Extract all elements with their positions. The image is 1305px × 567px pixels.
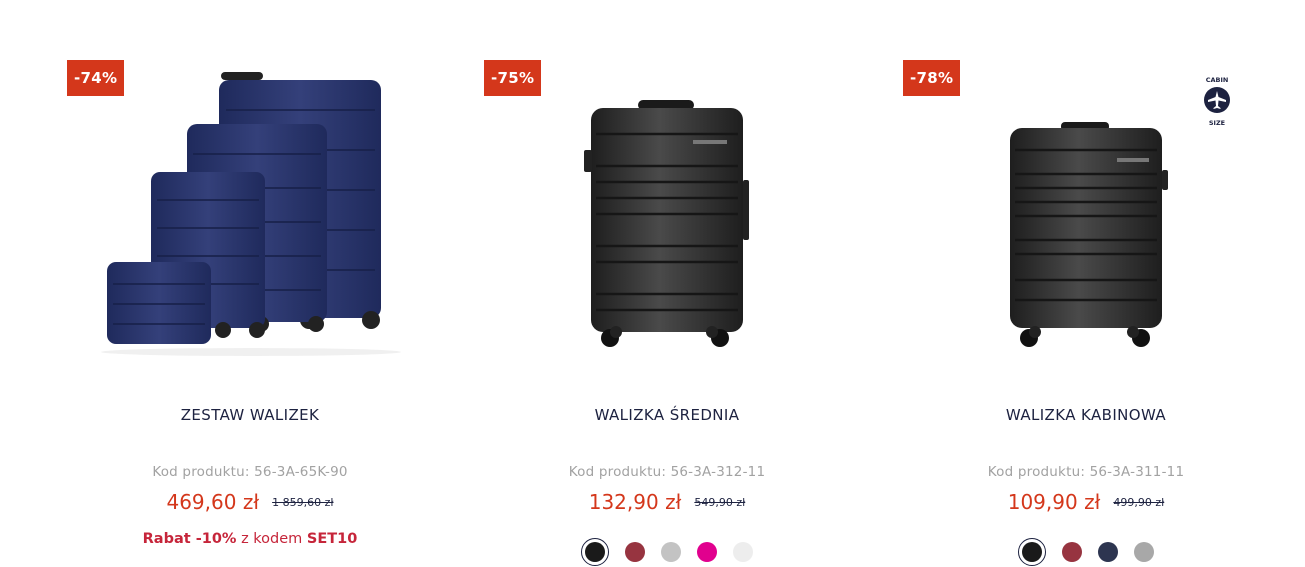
color-swatch[interactable]: [661, 542, 681, 562]
product-grid: -74% ZESTAW WALIZEK Kod produktu: 56-3A-…: [0, 0, 1305, 567]
product-code: Kod produktu: 56-3A-312-11: [568, 464, 766, 480]
product-card-suitcase-set[interactable]: -74% ZESTAW WALIZEK Kod produktu: 56-3A-…: [41, 0, 459, 567]
current-price: 109,90 zł: [1007, 490, 1101, 514]
black-cabin-suitcase-image: [1010, 122, 1168, 347]
color-swatches: [458, 538, 876, 566]
color-swatch[interactable]: [1062, 542, 1082, 562]
color-swatch[interactable]: [733, 542, 753, 562]
navy-suitcase-set-image: [101, 72, 401, 356]
product-code: Kod produktu: 56-3A-311-11: [987, 464, 1185, 480]
color-swatch-fill: [585, 542, 605, 562]
old-price: 549,90 zł: [694, 495, 746, 509]
promo-code-text: Rabat -10% z kodem SET10: [41, 531, 459, 547]
color-swatches: [877, 538, 1295, 566]
product-code: Kod produktu: 56-3A-65K-90: [152, 464, 348, 480]
current-price: 469,60 zł: [166, 490, 260, 514]
price-row: 469,60 zł 1 859,60 zł: [41, 490, 459, 514]
product-card-medium-suitcase[interactable]: -75% WALIZKA ŚREDNIA Kod produktu: 56-3A…: [458, 0, 876, 567]
color-swatch[interactable]: [1018, 538, 1046, 566]
product-title[interactable]: WALIZKA KABINOWA: [877, 406, 1295, 424]
current-price: 132,90 zł: [588, 490, 682, 514]
color-swatch[interactable]: [1134, 542, 1154, 562]
color-swatch[interactable]: [581, 538, 609, 566]
color-swatch[interactable]: [1098, 542, 1118, 562]
product-image[interactable]: [917, 70, 1255, 360]
old-price: 1 859,60 zł: [272, 495, 334, 509]
product-image[interactable]: [498, 70, 836, 360]
price-row: 132,90 zł 549,90 zł: [458, 490, 876, 514]
promo-code: SET10: [306, 531, 358, 547]
product-title[interactable]: ZESTAW WALIZEK: [41, 406, 459, 424]
price-row: 109,90 zł 499,90 zł: [877, 490, 1295, 514]
color-swatch[interactable]: [625, 542, 645, 562]
color-swatch[interactable]: [697, 542, 717, 562]
product-card-cabin-suitcase[interactable]: -78% CABIN SIZE WALIZKA KABINOWA Kod pro…: [877, 0, 1295, 567]
black-medium-suitcase-image: [584, 100, 749, 347]
product-image[interactable]: [81, 70, 419, 360]
product-title[interactable]: WALIZKA ŚREDNIA: [458, 406, 876, 424]
old-price: 499,90 zł: [1113, 495, 1165, 509]
promo-middle: z kodem: [236, 531, 307, 547]
promo-discount: Rabat -10%: [142, 531, 237, 547]
color-swatch-fill: [1022, 542, 1042, 562]
